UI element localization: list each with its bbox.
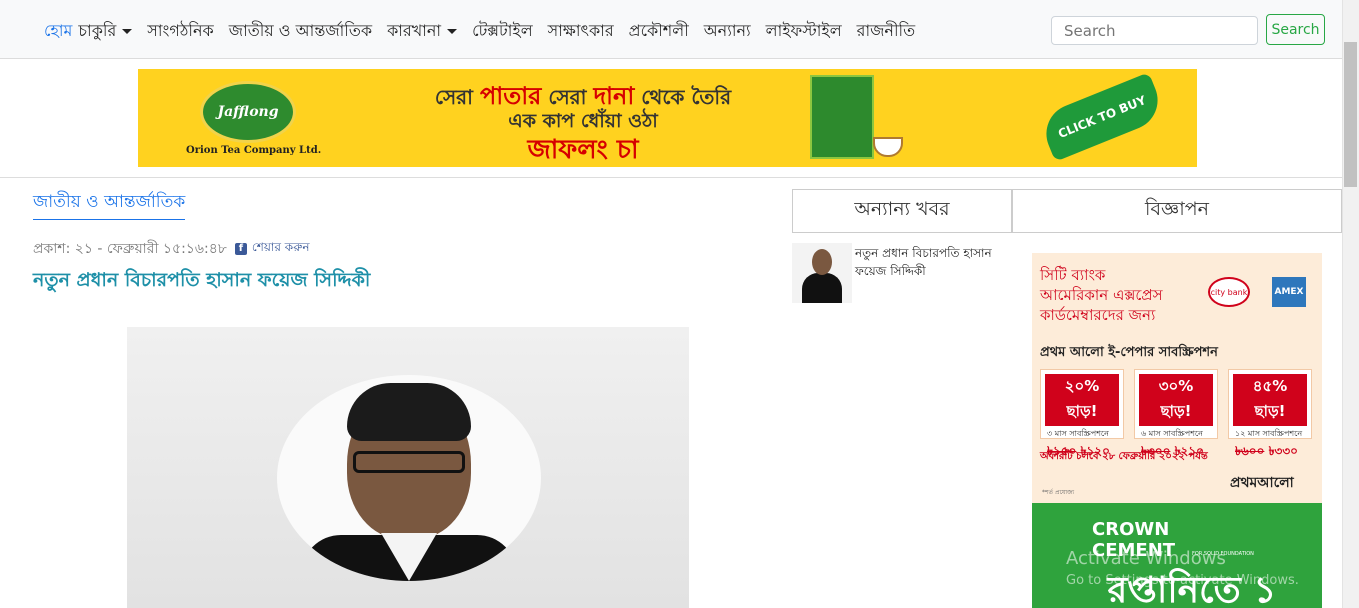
nav-item-factory[interactable]: কারখানা <box>387 18 458 45</box>
divider <box>0 177 1342 178</box>
nav-item-jobs[interactable]: চাকুরি <box>78 18 133 45</box>
portrait-glasses <box>353 451 465 473</box>
ad-subtitle: প্রথম আলো ই-পেপার সাবস্ক্রিপশন <box>1040 345 1218 360</box>
publish-date: প্রকাশ: ২১ - ফেব্রুয়ারী ১৫:১৬:৪৮ <box>33 241 227 257</box>
banner-text: সেরা <box>541 85 594 109</box>
windows-watermark: Activate Windows <box>1066 548 1226 569</box>
offer-price: ৳৬০০ ৳৩৩০ <box>1229 443 1311 463</box>
tea-cup-image <box>873 137 903 157</box>
news-item-title[interactable]: নতুন প্রধান বিচারপতি হাসান ফয়েজ সিদ্দিক… <box>855 244 1015 280</box>
offer-duration: ৩ মাস সাবস্ক্রিপশনে <box>1047 429 1109 438</box>
company-name: Orion Tea Company Ltd. <box>186 145 322 156</box>
banner-text: থেকে তৈরি <box>634 85 732 109</box>
offer-card: ২০% ছাড়! ৩ মাস সাবস্ক্রিপশনে ৳১৫০ ৳১২০ <box>1040 369 1124 458</box>
nav-item-textile[interactable]: টেক্সটাইল <box>472 18 533 45</box>
nav-item-organizational[interactable]: সাংগঠনিক <box>147 18 213 45</box>
chevron-down-icon <box>447 29 458 34</box>
thumbnail-gown <box>802 273 842 303</box>
category-link[interactable]: জাতীয় ও আন্তর্জাতিক <box>33 189 186 220</box>
tea-ad-banner[interactable]: Jafflong Orion Tea Company Ltd. সেরা পাত… <box>138 69 1197 167</box>
portrait-frame <box>277 375 541 581</box>
banner-text-highlight: দানা <box>593 82 635 110</box>
terms-note: *শর্ত প্রযোজ্য <box>1042 489 1075 496</box>
ad-title-line: কার্ডমেম্বারদের জন্য <box>1040 306 1156 324</box>
ad-title-line: আমেরিকান এক্সপ্রেস <box>1040 286 1163 304</box>
nav-item-others[interactable]: অন্যান্য <box>704 18 751 45</box>
nav-links: হোম চাকুরি সাংগঠনিক জাতীয় ও আন্তর্জাতিক… <box>44 18 930 45</box>
offer-percent: ৪৫% ছাড়! <box>1233 374 1307 426</box>
ad-title-line: সিটি ব্যাংক <box>1040 266 1106 284</box>
banner-line-3: জাফলং চা <box>527 135 639 165</box>
nav-item-politics[interactable]: রাজনীতি <box>857 18 915 45</box>
thumbnail-face <box>812 249 832 275</box>
nav-item-label: কারখানা <box>387 21 442 40</box>
offer-card: ৪৫% ছাড়! ১২ মাস সাবস্ক্রিপশনে ৳৬০০ ৳৩৩০ <box>1228 369 1312 458</box>
news-thumbnail[interactable] <box>792 243 852 303</box>
search-input[interactable] <box>1051 16 1258 45</box>
offer-percent: ২০% ছাড়! <box>1045 374 1119 426</box>
banner-text: সেরা <box>434 85 480 109</box>
top-navbar: হোম চাকুরি সাংগঠনিক জাতীয় ও আন্তর্জাতিক… <box>0 0 1342 59</box>
windows-watermark-sub: Go to Settings to activate Windows. <box>1066 573 1299 588</box>
nav-home[interactable]: হোম <box>44 18 72 45</box>
ad-title: সিটি ব্যাংক আমেরিকান এক্সপ্রেস কার্ডমেম্… <box>1040 265 1163 325</box>
chevron-down-icon <box>122 29 133 34</box>
nav-item-national-international[interactable]: জাতীয় ও আন্তর্জাতিক <box>229 18 372 45</box>
tea-pack-image <box>810 75 874 159</box>
offer-duration: ৬ মাস সাবস্ক্রিপশনে <box>1141 429 1203 438</box>
offer-percent: ৩০% ছাড়! <box>1139 374 1213 426</box>
facebook-icon[interactable]: f <box>234 243 247 255</box>
nav-item-interview[interactable]: সাক্ষাৎকার <box>548 18 614 45</box>
jafflong-logo: Jafflong <box>200 81 296 143</box>
amex-logo: AMEX <box>1272 277 1306 307</box>
offer-card: ৩০% ছাড়! ৬ মাস সাবস্ক্রিপশনে ৳৩০০ ৳২১০ <box>1134 369 1218 458</box>
citybank-logo: city bank <box>1208 277 1250 307</box>
nav-item-label: চাকুরি <box>78 21 117 40</box>
prothom-alo-logo: প্রথমআলো <box>1230 475 1294 491</box>
offer-validity: অফারটি চলবে ২৮ ফেব্রুয়ারি ২০২২ পর্যন্ত <box>1040 451 1208 462</box>
scrollbar-thumb[interactable] <box>1344 42 1357 187</box>
publish-info: প্রকাশ: ২১ - ফেব্রুয়ারী ১৫:১৬:৪৮ f শেয়… <box>33 237 310 261</box>
share-link[interactable]: শেয়ার করুন <box>252 239 310 259</box>
banner-text-highlight: পাতার <box>479 82 542 110</box>
click-to-buy-button[interactable]: CLICK TO BUY <box>1037 72 1167 162</box>
search-button[interactable]: Search <box>1266 14 1325 45</box>
article-photo <box>127 327 689 608</box>
nav-item-lifestyle[interactable]: লাইফস্টাইল <box>766 18 842 45</box>
article-title: নতুন প্রধান বিচারপতি হাসান ফয়েজ সিদ্দিক… <box>33 269 371 291</box>
tab-other-news[interactable]: অন্যান্য খবর <box>792 189 1012 233</box>
nav-item-engineer[interactable]: প্রকৌশলী <box>629 18 689 45</box>
prothom-alo-ad[interactable]: সিটি ব্যাংক আমেরিকান এক্সপ্রেস কার্ডমেম্… <box>1032 253 1322 503</box>
offer-duration: ১২ মাস সাবস্ক্রিপশনে <box>1235 429 1303 438</box>
new-price: ৳৩৩০ <box>1268 444 1298 458</box>
tab-advertisement[interactable]: বিজ্ঞাপন <box>1012 189 1342 233</box>
portrait-hair <box>347 383 471 441</box>
old-price: ৳৬০০ <box>1235 444 1265 458</box>
